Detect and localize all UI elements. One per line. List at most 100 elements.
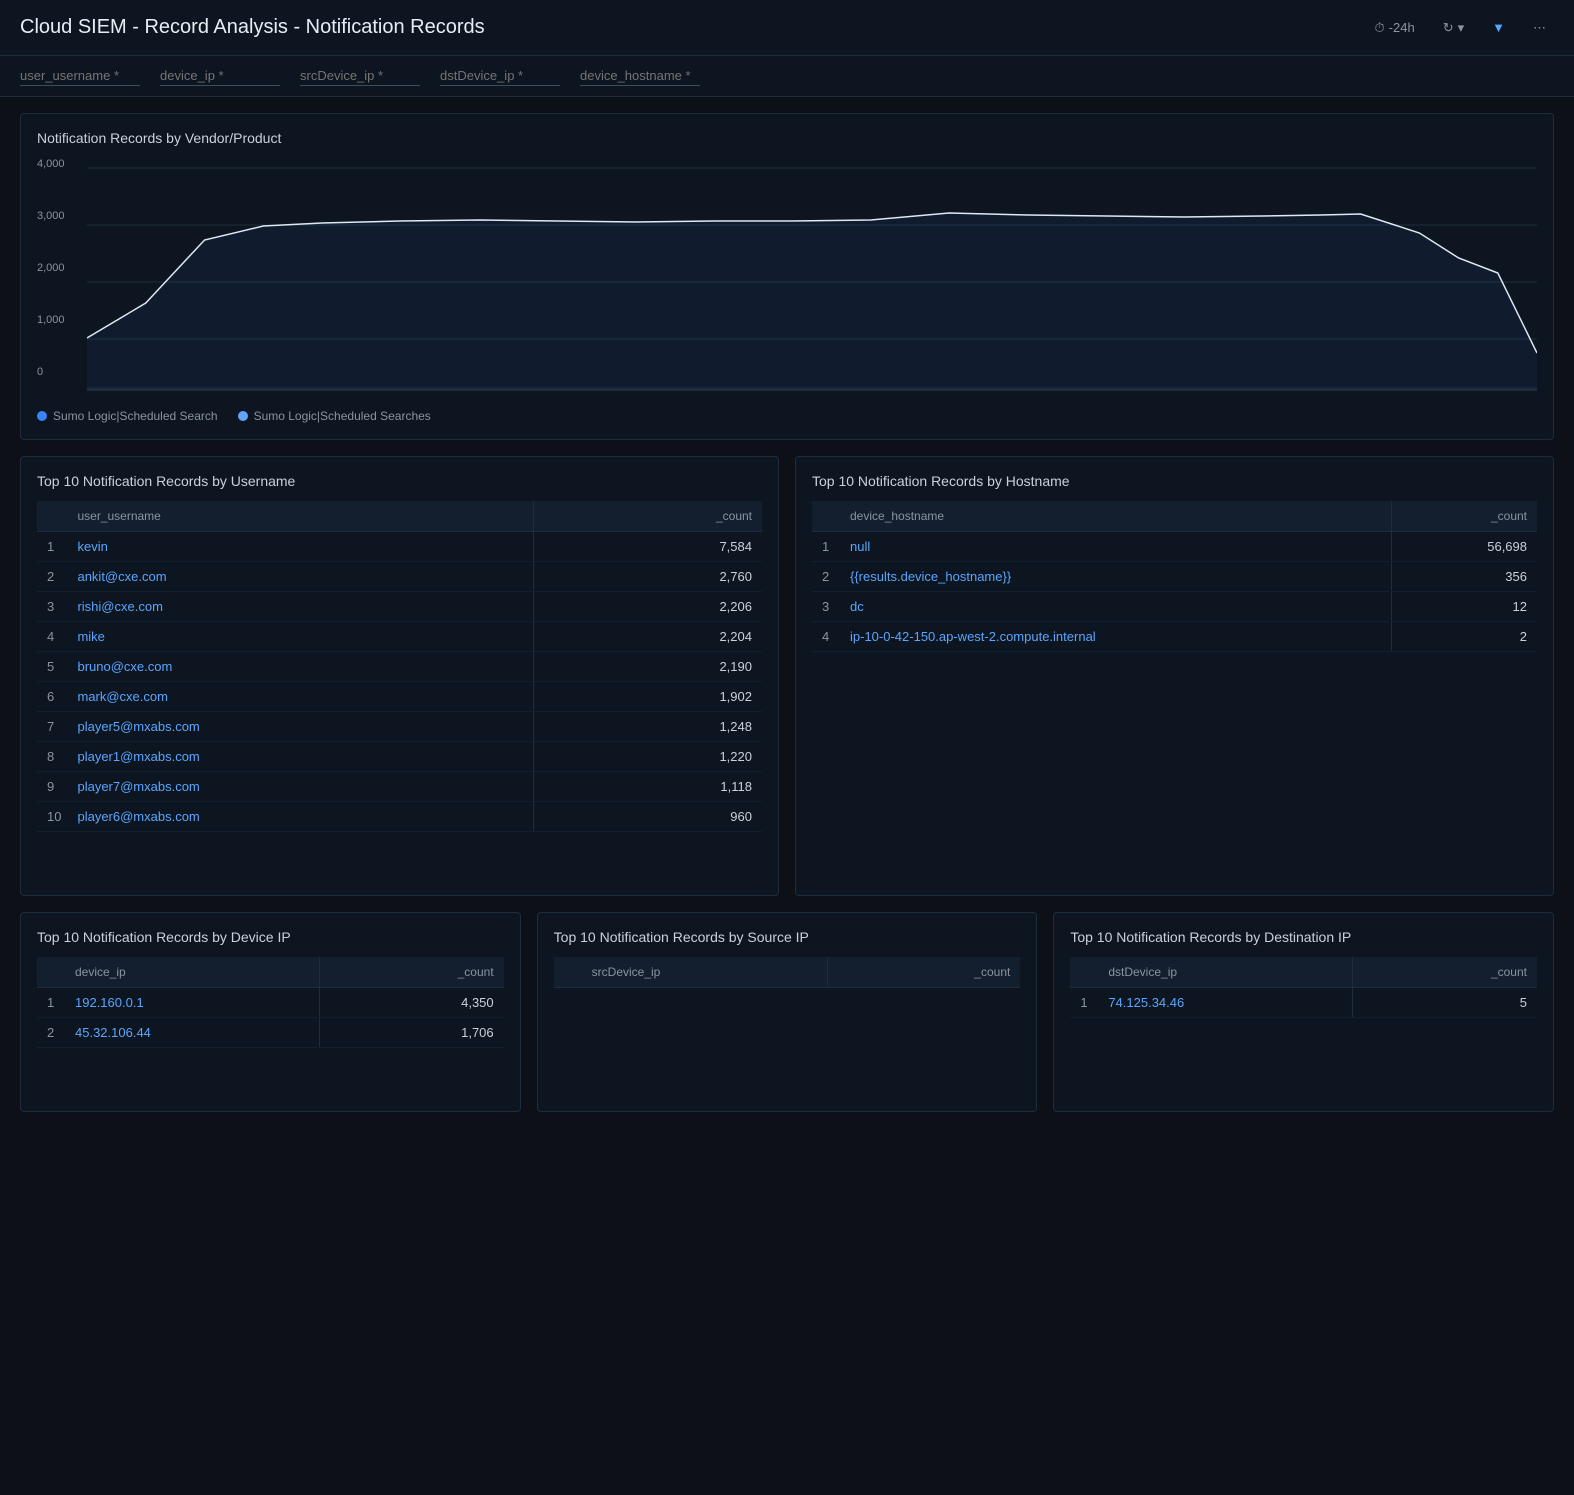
name-cell[interactable]: player6@mxabs.com [67, 802, 533, 832]
srcdevice-ip-input[interactable] [300, 66, 420, 86]
count-cell: 356 [1392, 562, 1537, 592]
name-cell[interactable]: 74.125.34.46 [1098, 988, 1352, 1018]
top10-device-ip-panel: Top 10 Notification Records by Device IP… [20, 912, 521, 1112]
top10-source-ip-table: srcDevice_ip _count [554, 957, 1021, 988]
device-hostname-input[interactable] [580, 66, 700, 86]
name-cell[interactable]: dc [840, 592, 1392, 622]
filter-control[interactable]: ▼ [1484, 16, 1513, 39]
name-cell[interactable]: ip-10-0-42-150.ap-west-2.compute.interna… [840, 622, 1392, 652]
rank-cell: 3 [812, 592, 840, 622]
hostname-col-header: device_hostname [840, 501, 1392, 532]
table-row: 2 {{results.device_hostname}} 356 [812, 562, 1537, 592]
legend-dot-2 [238, 411, 248, 421]
rank-cell: 9 [37, 772, 67, 802]
name-cell[interactable]: player1@mxabs.com [67, 742, 533, 772]
count-col-header: _count [827, 957, 1020, 988]
time-range-control[interactable]: ⏱ -24h [1367, 16, 1423, 40]
user-username-input[interactable] [20, 66, 140, 86]
table-row: 2 ankit@cxe.com 2,760 [37, 562, 762, 592]
three-col-grid: Top 10 Notification Records by Device IP… [20, 912, 1554, 1112]
count-cell: 1,118 [534, 772, 762, 802]
table-row: 5 bruno@cxe.com 2,190 [37, 652, 762, 682]
rank-cell: 3 [37, 592, 67, 622]
top10-device-ip-table: device_ip _count 1 192.160.0.1 4,350 2 4… [37, 957, 504, 1048]
top10-dst-ip-table: dstDevice_ip _count 1 74.125.34.46 5 [1070, 957, 1537, 1018]
name-cell[interactable]: null [840, 532, 1392, 562]
top10-hostname-panel: Top 10 Notification Records by Hostname … [795, 456, 1554, 896]
count-cell: 960 [534, 802, 762, 832]
rank-cell: 4 [37, 622, 67, 652]
table-row: 1 192.160.0.1 4,350 [37, 988, 504, 1018]
more-control[interactable]: ⋯ [1525, 16, 1554, 40]
name-cell[interactable]: mark@cxe.com [67, 682, 533, 712]
name-cell[interactable]: bruno@cxe.com [67, 652, 533, 682]
filter-icon: ▼ [1492, 20, 1505, 35]
table-row: 2 45.32.106.44 1,706 [37, 1018, 504, 1048]
name-cell[interactable]: kevin [67, 532, 533, 562]
name-cell[interactable]: 192.160.0.1 [65, 988, 319, 1018]
legend-item-1: Sumo Logic|Scheduled Search [37, 409, 218, 423]
name-cell[interactable]: 45.32.106.44 [65, 1018, 319, 1048]
svg-text:07:00: 07:00 [1269, 397, 1296, 398]
top10-username-header-row: user_username _count [37, 501, 762, 532]
y-axis-labels: 4,000 3,000 2,000 1,000 0 [37, 158, 65, 378]
chart-legend: Sumo Logic|Scheduled Search Sumo Logic|S… [37, 409, 1537, 423]
top10-device-ip-title: Top 10 Notification Records by Device IP [37, 929, 504, 945]
y-label-2000: 2,000 [37, 262, 65, 274]
rank-cell: 2 [812, 562, 840, 592]
name-cell[interactable]: player7@mxabs.com [67, 772, 533, 802]
rank-cell: 1 [37, 988, 65, 1018]
dstdevice-ip-input[interactable] [440, 66, 560, 86]
username-col-header: user_username [67, 501, 533, 532]
y-label-4000: 4,000 [37, 158, 65, 170]
svg-text:15:00: 15:00 [309, 397, 336, 398]
header: Cloud SIEM - Record Analysis - Notificat… [0, 0, 1574, 56]
rank-cell: 7 [37, 712, 67, 742]
dst-ip-col-header: dstDevice_ip [1098, 957, 1352, 988]
top10-dst-ip-title: Top 10 Notification Records by Destinati… [1070, 929, 1537, 945]
main-content: Notification Records by Vendor/Product 4… [0, 97, 1574, 1128]
count-cell: 2 [1392, 622, 1537, 652]
filter-field-dstdevice-ip [440, 66, 560, 86]
legend-dot-1 [37, 411, 47, 421]
svg-text:03:00: 03:00 [1024, 397, 1051, 398]
table-row: 1 kevin 7,584 [37, 532, 762, 562]
count-cell: 2,204 [534, 622, 762, 652]
table-row: 4 mike 2,204 [37, 622, 762, 652]
count-cell: 12 [1392, 592, 1537, 622]
chart-title: Notification Records by Vendor/Product [37, 130, 1537, 146]
name-cell[interactable]: rishi@cxe.com [67, 592, 533, 622]
name-cell[interactable]: player5@mxabs.com [67, 712, 533, 742]
table-row: 4 ip-10-0-42-150.ap-west-2.compute.inter… [812, 622, 1537, 652]
filter-bar [0, 56, 1574, 97]
y-label-3000: 3,000 [37, 210, 65, 222]
table-row: 9 player7@mxabs.com 1,118 [37, 772, 762, 802]
count-cell: 4,350 [319, 988, 504, 1018]
refresh-control[interactable]: ↻ ▾ [1435, 16, 1472, 40]
top10-username-title: Top 10 Notification Records by Username [37, 473, 762, 489]
count-cell: 5 [1352, 988, 1537, 1018]
svg-text:01:00 Sep 22: 01:00 Sep 22 [878, 397, 942, 398]
count-cell: 1,706 [319, 1018, 504, 1048]
count-cell: 7,584 [534, 532, 762, 562]
device-ip-input[interactable] [160, 66, 280, 86]
legend-label-1: Sumo Logic|Scheduled Search [53, 409, 218, 423]
filter-field-device-hostname [580, 66, 700, 86]
rank-header [812, 501, 840, 532]
top10-dst-ip-header-row: dstDevice_ip _count [1070, 957, 1537, 988]
svg-text:19:00: 19:00 [544, 397, 571, 398]
name-cell[interactable]: ankit@cxe.com [67, 562, 533, 592]
top10-username-panel: Top 10 Notification Records by Username … [20, 456, 779, 896]
table-row: 3 rishi@cxe.com 2,206 [37, 592, 762, 622]
rank-cell: 5 [37, 652, 67, 682]
table-row: 10 player6@mxabs.com 960 [37, 802, 762, 832]
name-cell[interactable]: mike [67, 622, 533, 652]
name-cell[interactable]: {{results.device_hostname}} [840, 562, 1392, 592]
top10-source-ip-title: Top 10 Notification Records by Source IP [554, 929, 1021, 945]
count-col-header: _count [1352, 957, 1537, 988]
rank-cell: 8 [37, 742, 67, 772]
count-cell: 1,220 [534, 742, 762, 772]
legend-item-2: Sumo Logic|Scheduled Searches [238, 409, 431, 423]
count-cell: 2,190 [534, 652, 762, 682]
rank-cell: 2 [37, 562, 67, 592]
